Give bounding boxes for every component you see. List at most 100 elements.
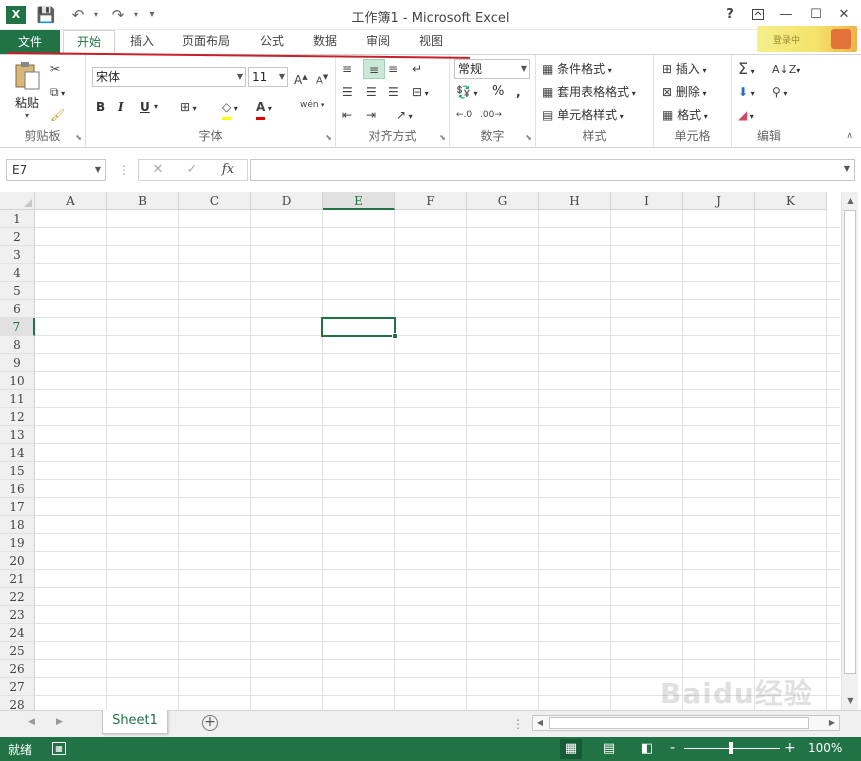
middle-align-button[interactable]: ≡ bbox=[363, 59, 385, 79]
add-sheet-button[interactable]: + bbox=[202, 715, 218, 731]
row-header-17[interactable]: 17 bbox=[0, 498, 35, 516]
row-header-13[interactable]: 13 bbox=[0, 426, 35, 444]
align-left-button[interactable]: ☰ bbox=[342, 82, 353, 102]
tab-view[interactable]: 视图 bbox=[411, 30, 451, 54]
format-cells-button[interactable]: ▦ 格式 ▾ bbox=[662, 105, 708, 125]
font-launcher-icon[interactable]: ⬊ bbox=[325, 133, 332, 142]
number-launcher-icon[interactable]: ⬊ bbox=[525, 133, 532, 142]
prev-sheet-icon[interactable]: ◀ bbox=[28, 717, 35, 727]
decrease-decimal-button[interactable]: .00→ bbox=[480, 105, 502, 125]
column-header-c[interactable]: C bbox=[179, 192, 251, 210]
column-header-b[interactable]: B bbox=[107, 192, 179, 210]
vertical-scrollbar[interactable]: ▲ ▼ bbox=[841, 192, 858, 710]
row-header-26[interactable]: 26 bbox=[0, 660, 35, 678]
row-header-16[interactable]: 16 bbox=[0, 480, 35, 498]
close-button[interactable]: ✕ bbox=[832, 4, 856, 26]
row-header-10[interactable]: 10 bbox=[0, 372, 35, 390]
active-cell[interactable] bbox=[321, 317, 396, 337]
row-header-19[interactable]: 19 bbox=[0, 534, 35, 552]
tab-review[interactable]: 审阅 bbox=[358, 30, 398, 54]
row-header-3[interactable]: 3 bbox=[0, 246, 35, 264]
fill-button[interactable]: ⬇ ▾ bbox=[738, 82, 755, 102]
row-header-9[interactable]: 9 bbox=[0, 354, 35, 372]
column-header-g[interactable]: G bbox=[467, 192, 539, 210]
row-header-20[interactable]: 20 bbox=[0, 552, 35, 570]
sort-filter-button[interactable]: A↓Z▾ bbox=[772, 59, 800, 79]
row-header-24[interactable]: 24 bbox=[0, 624, 35, 642]
bottom-align-button[interactable]: ≡ bbox=[388, 59, 398, 79]
text-orientation-button[interactable]: ↗ ▾ bbox=[396, 105, 413, 125]
align-right-button[interactable]: ☰ bbox=[388, 82, 399, 102]
column-header-k[interactable]: K bbox=[755, 192, 827, 210]
scroll-right-icon[interactable]: ▶ bbox=[825, 716, 839, 730]
zoom-out-button[interactable]: - bbox=[670, 740, 675, 756]
borders-button[interactable]: ⊞ ▾ bbox=[180, 97, 197, 117]
row-header-27[interactable]: 27 bbox=[0, 678, 35, 696]
name-box[interactable]: E7 ▼ bbox=[6, 159, 106, 181]
row-header-15[interactable]: 15 bbox=[0, 462, 35, 480]
align-center-button[interactable]: ☰ bbox=[366, 82, 377, 102]
column-header-e[interactable]: E bbox=[323, 192, 395, 210]
shrink-font-button[interactable]: A▼ bbox=[316, 67, 328, 87]
tab-formulas[interactable]: 公式 bbox=[252, 30, 292, 54]
column-header-f[interactable]: F bbox=[395, 192, 467, 210]
phonetic-button[interactable]: wén ▾ bbox=[300, 95, 324, 115]
grow-font-button[interactable]: A▲ bbox=[294, 67, 308, 87]
insert-function-button[interactable]: fx bbox=[213, 160, 243, 180]
help-button[interactable]: ? bbox=[718, 4, 742, 26]
row-header-21[interactable]: 21 bbox=[0, 570, 35, 588]
row-header-1[interactable]: 1 bbox=[0, 210, 35, 228]
zoom-slider-thumb[interactable] bbox=[729, 742, 733, 754]
copy-button[interactable]: ⧉ ▾ bbox=[50, 82, 65, 102]
zoom-in-button[interactable]: + bbox=[784, 740, 796, 756]
column-header-j[interactable]: J bbox=[683, 192, 755, 210]
column-header-h[interactable]: H bbox=[539, 192, 611, 210]
row-header-18[interactable]: 18 bbox=[0, 516, 35, 534]
column-header-a[interactable]: A bbox=[35, 192, 107, 210]
delete-cells-button[interactable]: ⊠ 删除 ▾ bbox=[662, 82, 706, 102]
underline-dropdown-icon[interactable]: ▾ bbox=[154, 97, 158, 117]
column-header-i[interactable]: I bbox=[611, 192, 683, 210]
scroll-left-icon[interactable]: ◀ bbox=[533, 716, 547, 730]
find-select-button[interactable]: ⚲ ▾ bbox=[772, 82, 787, 102]
autosum-button[interactable]: Σ ▾ bbox=[738, 59, 755, 79]
row-header-6[interactable]: 6 bbox=[0, 300, 35, 318]
page-layout-view-button[interactable]: ▤ bbox=[598, 739, 620, 759]
clear-button[interactable]: ◢ ▾ bbox=[738, 105, 754, 125]
formula-input[interactable]: ▼ bbox=[250, 159, 855, 181]
tab-data[interactable]: 数据 bbox=[305, 30, 345, 54]
next-sheet-icon[interactable]: ▶ bbox=[56, 717, 63, 727]
fill-handle[interactable] bbox=[392, 333, 398, 339]
expand-formula-bar-icon[interactable]: ▼ bbox=[844, 164, 850, 173]
increase-decimal-button[interactable]: ←.0 bbox=[456, 105, 472, 125]
alignment-launcher-icon[interactable]: ⬊ bbox=[439, 133, 446, 142]
cut-button[interactable]: ✂ bbox=[50, 59, 60, 79]
normal-view-button[interactable]: ▦ bbox=[560, 739, 582, 759]
tab-insert[interactable]: 插入 bbox=[122, 30, 162, 54]
row-header-2[interactable]: 2 bbox=[0, 228, 35, 246]
bold-button[interactable]: B bbox=[96, 97, 105, 117]
scroll-down-icon[interactable]: ▼ bbox=[844, 694, 857, 708]
number-format-combo[interactable]: 常规 ▼ bbox=[454, 59, 530, 79]
font-name-combo[interactable]: 宋体 ▼ bbox=[92, 67, 246, 87]
page-break-view-button[interactable]: ◧ bbox=[636, 739, 658, 759]
comma-style-button[interactable]: , bbox=[516, 82, 521, 102]
fill-color-button[interactable]: ◇ ▾ bbox=[222, 97, 238, 120]
scroll-thumb[interactable] bbox=[844, 210, 856, 674]
clipboard-launcher-icon[interactable]: ⬊ bbox=[75, 133, 82, 142]
cancel-entry-button[interactable]: ✕ bbox=[143, 160, 173, 180]
accounting-format-button[interactable]: 💱 ▾ bbox=[456, 82, 478, 102]
row-header-28[interactable]: 28 bbox=[0, 696, 35, 710]
h-scroll-thumb[interactable] bbox=[549, 717, 809, 729]
row-header-12[interactable]: 12 bbox=[0, 408, 35, 426]
maximize-button[interactable]: ☐ bbox=[804, 4, 828, 26]
tab-splitter[interactable]: ⋮ bbox=[512, 717, 524, 731]
zoom-level[interactable]: 100% bbox=[808, 741, 842, 755]
font-color-button[interactable]: A ▾ bbox=[256, 97, 272, 120]
tab-file[interactable]: 文件 bbox=[0, 30, 60, 54]
horizontal-scrollbar[interactable]: ◀ ▶ bbox=[532, 715, 840, 731]
format-painter-button[interactable]: 🖌 bbox=[50, 105, 65, 125]
paste-button[interactable]: 粘贴 ▾ bbox=[10, 61, 44, 120]
conditional-formatting-button[interactable]: ▦ 条件格式 ▾ bbox=[542, 59, 612, 79]
row-header-14[interactable]: 14 bbox=[0, 444, 35, 462]
